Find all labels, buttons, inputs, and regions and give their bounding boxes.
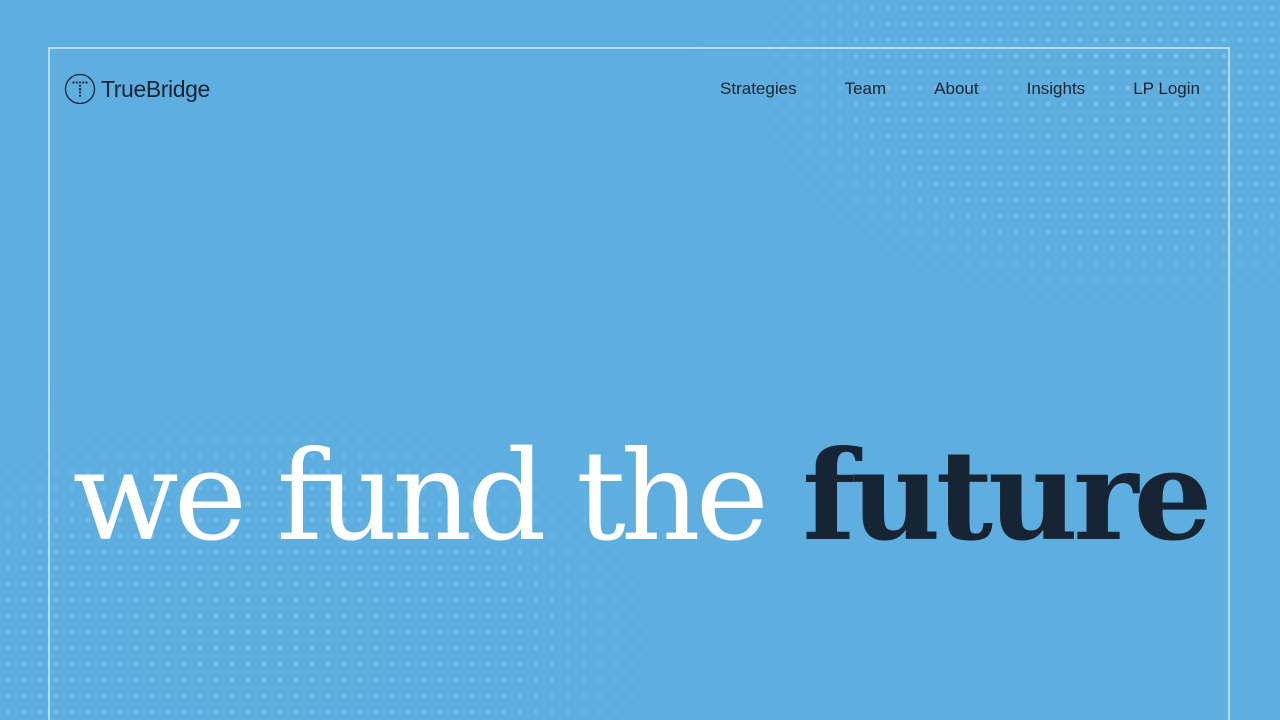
logo-wordmark: TrueBridge	[101, 75, 210, 102]
page: TrueBridge Strategies Team About Insight…	[0, 0, 1280, 720]
main-nav: Strategies Team About Insights LP Login	[720, 79, 1200, 99]
dot-pattern-top-right	[0, 0, 1280, 720]
nav-about[interactable]: About	[934, 79, 978, 99]
dot-pattern-bottom-left	[0, 0, 1280, 720]
truebridge-t-monogram-icon	[64, 73, 96, 105]
site-header: TrueBridge Strategies Team About Insight…	[64, 72, 1200, 106]
nav-lp-login[interactable]: LP Login	[1133, 79, 1200, 99]
nav-insights[interactable]: Insights	[1027, 79, 1086, 99]
outline-frame	[48, 47, 1230, 720]
logo-link[interactable]: TrueBridge	[64, 73, 210, 105]
hero-headline: we fund the future	[0, 422, 1280, 572]
hero-headline-bold: future	[802, 424, 1212, 569]
hero-headline-light: we fund the	[72, 425, 769, 569]
nav-team[interactable]: Team	[845, 79, 887, 99]
nav-strategies[interactable]: Strategies	[720, 79, 797, 99]
